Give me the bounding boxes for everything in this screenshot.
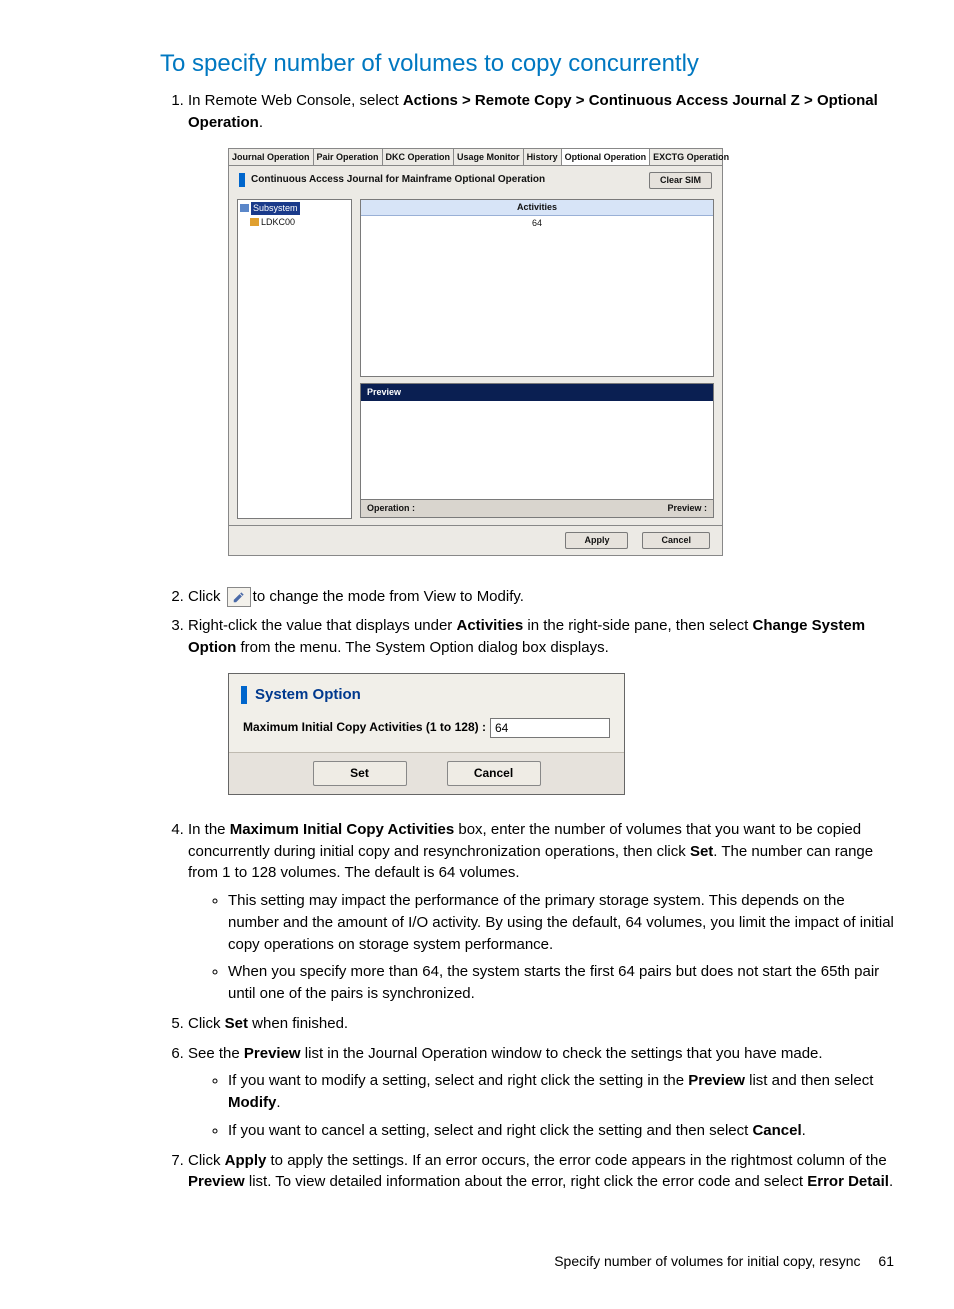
dialog-bar-icon [241, 686, 247, 704]
s4a: In the [188, 821, 230, 838]
s6b: Preview [244, 1045, 301, 1062]
s7e: list. To view detailed information about… [245, 1173, 808, 1190]
page-number: 61 [878, 1253, 894, 1269]
apply-button[interactable]: Apply [565, 532, 628, 549]
step-7: Click Apply to apply the settings. If an… [188, 1150, 894, 1194]
tab-history[interactable]: History [524, 149, 562, 165]
s7a: Click [188, 1152, 225, 1169]
tab-exctg-operation[interactable]: EXCTG Operation [650, 149, 732, 165]
col-activities: Activities [361, 200, 713, 215]
step-3: Right-click the value that displays unde… [188, 615, 894, 795]
step-5: Click Set when finished. [188, 1013, 894, 1035]
s3b: Activities [456, 617, 523, 634]
s7d: Preview [188, 1173, 245, 1190]
s5c: when finished. [248, 1015, 348, 1032]
tab-usage-monitor[interactable]: Usage Monitor [454, 149, 524, 165]
step-2: Click to change the mode from View to Mo… [188, 586, 894, 608]
s6a: See the [188, 1045, 244, 1062]
step-6: See the Preview list in the Journal Oper… [188, 1043, 894, 1142]
modify-mode-icon [227, 587, 251, 607]
step-6-bullets: If you want to modify a setting, select … [188, 1070, 894, 1141]
s6b1d: Modify [228, 1094, 276, 1111]
set-button[interactable]: Set [313, 761, 407, 786]
step-4-bullet-1: This setting may impact the performance … [228, 890, 894, 955]
preview-status-label: Preview : [667, 502, 707, 515]
s6b1c: list and then select [745, 1072, 873, 1089]
operation-label: Operation : [367, 502, 415, 515]
s3c: in the right-side pane, then select [523, 617, 752, 634]
s6b1b: Preview [688, 1072, 745, 1089]
optional-operation-window: Journal Operation Pair Operation DKC Ope… [228, 148, 723, 556]
folder-icon [240, 204, 249, 212]
s3a: Right-click the value that displays unde… [188, 617, 456, 634]
s6b2c: . [802, 1122, 806, 1139]
title-bar-icon [239, 173, 245, 187]
step-1: In Remote Web Console, select Actions > … [188, 90, 894, 556]
s6b1a: If you want to modify a setting, select … [228, 1072, 688, 1089]
tab-optional-operation[interactable]: Optional Operation [562, 149, 651, 165]
s6c: list in the Journal Operation window to … [301, 1045, 823, 1062]
s6b1e: . [276, 1094, 280, 1111]
tab-pair-operation[interactable]: Pair Operation [314, 149, 383, 165]
s7f: Error Detail [807, 1173, 889, 1190]
section-heading: To specify number of volumes to copy con… [160, 50, 894, 78]
tab-journal-operation[interactable]: Journal Operation [229, 149, 314, 165]
s7b: Apply [225, 1152, 267, 1169]
system-option-dialog: System Option Maximum Initial Copy Activ… [228, 673, 625, 795]
step-4: In the Maximum Initial Copy Activities b… [188, 819, 894, 1005]
s5b: Set [225, 1015, 248, 1032]
preview-panel[interactable] [360, 401, 714, 500]
step-4-bullets: This setting may impact the performance … [188, 890, 894, 1005]
step-6-bullet-2: If you want to cancel a setting, select … [228, 1120, 894, 1142]
s4b: Maximum Initial Copy Activities [230, 821, 455, 838]
step-1-post: . [259, 114, 263, 131]
opop-tab-bar: Journal Operation Pair Operation DKC Ope… [228, 148, 723, 166]
system-option-title: System Option [255, 684, 361, 706]
opop-title: Continuous Access Journal for Mainframe … [251, 173, 545, 188]
clear-sim-button[interactable]: Clear SIM [649, 172, 712, 189]
step-6-bullet-1: If you want to modify a setting, select … [228, 1070, 894, 1114]
preview-header: Preview [360, 383, 714, 401]
storage-icon [250, 218, 259, 226]
s6b2b: Cancel [752, 1122, 801, 1139]
s7g: . [889, 1173, 893, 1190]
activities-panel[interactable]: Activities 64 [360, 199, 714, 377]
step-4-bullet-2: When you specify more than 64, the syste… [228, 961, 894, 1005]
s5a: Click [188, 1015, 225, 1032]
activities-value[interactable]: 64 [361, 216, 713, 231]
procedure-list: In Remote Web Console, select Actions > … [160, 90, 894, 1193]
max-copy-input[interactable] [490, 718, 610, 738]
tree-root[interactable]: Subsystem [251, 202, 300, 215]
max-copy-label: Maximum Initial Copy Activities (1 to 12… [243, 719, 486, 736]
footer-text: Specify number of volumes for initial co… [554, 1253, 860, 1269]
s3e: from the menu. The System Option dialog … [236, 639, 608, 656]
tree-child[interactable]: LDKC00 [261, 217, 295, 227]
step-2-pre: Click [188, 588, 225, 605]
s6b2a: If you want to cancel a setting, select … [228, 1122, 752, 1139]
page-footer: Specify number of volumes for initial co… [60, 1253, 894, 1269]
step-2-post: to change the mode from View to Modify. [253, 588, 524, 605]
opop-tree-panel[interactable]: Subsystem LDKC00 [237, 199, 352, 519]
s7c: to apply the settings. If an error occur… [266, 1152, 886, 1169]
cancel-button[interactable]: Cancel [447, 761, 541, 786]
s4d: Set [690, 843, 713, 860]
tab-dkc-operation[interactable]: DKC Operation [383, 149, 455, 165]
cancel-button[interactable]: Cancel [642, 532, 710, 549]
step-1-pre: In Remote Web Console, select [188, 92, 403, 109]
